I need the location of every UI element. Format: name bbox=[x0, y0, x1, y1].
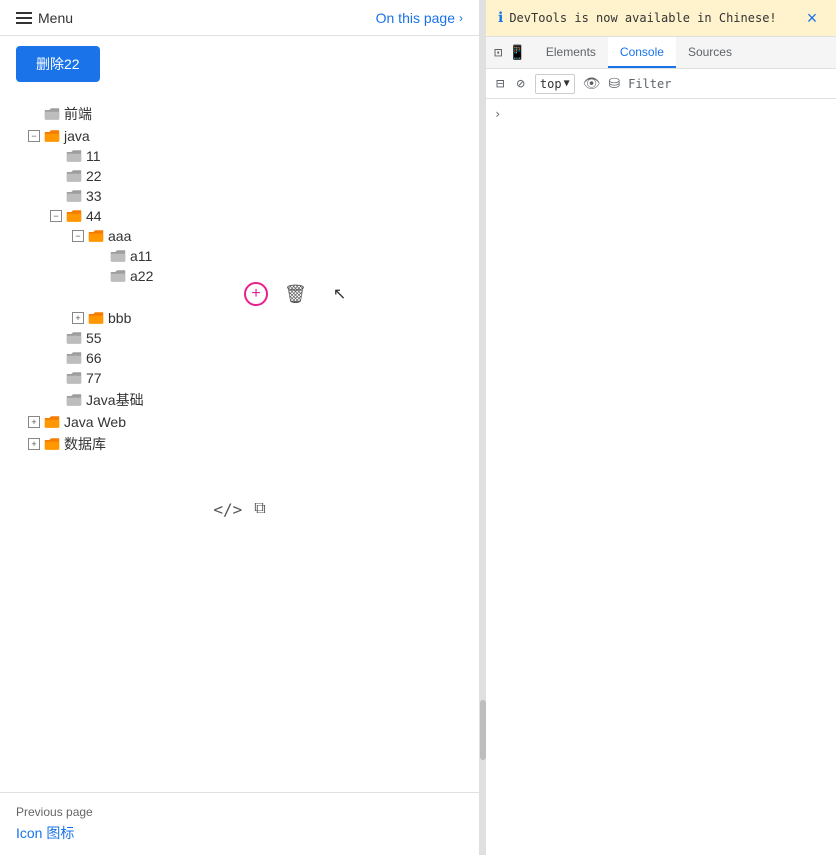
tree-node-java[interactable]: − java bbox=[24, 126, 463, 146]
top-context-dropdown[interactable]: top ▼ bbox=[535, 74, 575, 94]
tree-node-java-basics[interactable]: Java基础 bbox=[46, 388, 463, 412]
filter-label[interactable]: Filter bbox=[628, 77, 671, 91]
eye-icon[interactable]: 👁 bbox=[583, 76, 601, 92]
tree-node-bbb[interactable]: + bbb bbox=[68, 308, 463, 328]
tree-node-66[interactable]: 66 bbox=[46, 348, 463, 368]
tree-label-33: 33 bbox=[86, 188, 102, 204]
folder-gray-icon bbox=[43, 107, 61, 122]
folder-gray-11-icon bbox=[65, 149, 83, 164]
tree-node-database[interactable]: + 数据库 bbox=[24, 432, 463, 456]
previous-page-link[interactable]: Icon 图标 bbox=[16, 825, 74, 841]
folder-gray-33-icon bbox=[65, 189, 83, 204]
tree-label-bbb: bbb bbox=[108, 310, 131, 326]
tree-node-java-web[interactable]: + Java Web bbox=[24, 412, 463, 432]
tree-label-66: 66 bbox=[86, 350, 102, 366]
folder-orange-bbb-icon bbox=[87, 311, 105, 326]
folder-gray-22-icon bbox=[65, 169, 83, 184]
tree-node-qianduan[interactable]: 前端 bbox=[24, 102, 463, 126]
folder-orange-java-icon bbox=[43, 129, 61, 144]
folder-gray-55-icon bbox=[65, 331, 83, 346]
tree-label-java: java bbox=[64, 128, 90, 144]
expand-bbb-button[interactable]: + bbox=[72, 312, 84, 324]
devtools-notification-bar: ℹ DevTools is now available in Chinese! … bbox=[486, 0, 836, 37]
code-icon[interactable]: </> bbox=[213, 500, 242, 519]
chevron-right-icon: › bbox=[459, 11, 463, 25]
folder-gray-a11-icon bbox=[109, 249, 127, 264]
on-this-page-nav[interactable]: On this page › bbox=[376, 10, 463, 26]
left-panel: Menu On this page › 删除22 前端 − bbox=[0, 0, 480, 855]
folder-gray-a22-icon bbox=[109, 269, 127, 284]
previous-page-label: Previous page bbox=[16, 805, 463, 819]
console-prompt-arrow: › bbox=[494, 103, 828, 125]
devtools-toolbar: ⊟ ⊘ top ▼ 👁 ⛁ Filter bbox=[486, 69, 836, 99]
expand-database-button[interactable]: + bbox=[28, 438, 40, 450]
sidebar-toggle-icon[interactable]: ⊟ bbox=[494, 74, 506, 94]
folder-gray-77-icon bbox=[65, 371, 83, 386]
tree-label-java-basics: Java基础 bbox=[86, 390, 144, 410]
menu-button[interactable]: Menu bbox=[16, 10, 73, 26]
menu-label: Menu bbox=[38, 10, 73, 26]
add-icon[interactable]: + bbox=[244, 282, 268, 306]
previous-page-section: Previous page Icon 图标 bbox=[0, 792, 479, 855]
tab-sources[interactable]: Sources bbox=[676, 37, 744, 68]
tree-label-a11: a11 bbox=[130, 248, 152, 264]
action-icons-row: + 🗑 ↖ bbox=[244, 282, 463, 306]
tree-label-11: 11 bbox=[86, 148, 101, 164]
notification-text: DevTools is now available in Chinese! bbox=[509, 11, 794, 25]
tree-node-44[interactable]: − 44 bbox=[46, 206, 463, 226]
notification-close-button[interactable]: × bbox=[800, 6, 824, 30]
tab-elements[interactable]: Elements bbox=[534, 37, 608, 68]
device-icon[interactable]: 📱 bbox=[508, 45, 525, 61]
content-area: 删除22 前端 − java bbox=[0, 36, 479, 792]
collapse-44-button[interactable]: − bbox=[50, 210, 62, 222]
tree-label-database: 数据库 bbox=[64, 434, 106, 454]
expand-java-web-button[interactable]: + bbox=[28, 416, 40, 428]
hamburger-icon bbox=[16, 12, 32, 24]
file-tree: 前端 − java 11 bbox=[16, 98, 463, 460]
tree-node-77[interactable]: 77 bbox=[46, 368, 463, 388]
tree-label-java-web: Java Web bbox=[64, 414, 126, 430]
funnel-icon[interactable]: ⛁ bbox=[608, 76, 620, 92]
cursor-indicator: ↖ bbox=[333, 284, 346, 304]
tree-node-aaa[interactable]: − aaa bbox=[68, 226, 463, 246]
tree-node-22[interactable]: 22 bbox=[46, 166, 463, 186]
tree-label-a22: a22 bbox=[130, 268, 153, 284]
folder-orange-44-icon bbox=[65, 209, 83, 224]
clear-console-icon[interactable]: ⊘ bbox=[514, 74, 526, 94]
top-label: top bbox=[540, 77, 562, 91]
delete-button[interactable]: 删除22 bbox=[16, 46, 100, 82]
devtools-panel: ℹ DevTools is now available in Chinese! … bbox=[486, 0, 836, 855]
devtools-icons: ⊡ 📱 bbox=[486, 45, 534, 61]
collapse-java-button[interactable]: − bbox=[28, 130, 40, 142]
folder-orange-aaa-icon bbox=[87, 229, 105, 244]
delete-icon[interactable]: 🗑 bbox=[284, 284, 307, 305]
tree-label-22: 22 bbox=[86, 168, 102, 184]
info-icon: ℹ bbox=[498, 10, 503, 26]
copy-icon[interactable]: ⧉ bbox=[254, 500, 265, 519]
console-content: › bbox=[486, 99, 836, 855]
folder-gray-java-basics-icon bbox=[65, 393, 83, 408]
top-bar: Menu On this page › bbox=[0, 0, 479, 36]
inspect-icon[interactable]: ⊡ bbox=[494, 45, 502, 61]
dropdown-chevron-icon: ▼ bbox=[564, 78, 570, 89]
tree-label-44: 44 bbox=[86, 208, 102, 224]
tree-node-33[interactable]: 33 bbox=[46, 186, 463, 206]
folder-orange-database-icon bbox=[43, 437, 61, 452]
tree-label-77: 77 bbox=[86, 370, 102, 386]
folder-gray-66-icon bbox=[65, 351, 83, 366]
tree-label-aaa: aaa bbox=[108, 228, 131, 244]
folder-orange-java-web-icon bbox=[43, 415, 61, 430]
tab-console[interactable]: Console bbox=[608, 37, 676, 68]
tree-node-11[interactable]: 11 bbox=[46, 146, 463, 166]
bottom-icons: </> ⧉ bbox=[16, 500, 463, 519]
on-this-page-label: On this page bbox=[376, 10, 455, 26]
tree-node-55[interactable]: 55 bbox=[46, 328, 463, 348]
tree-node-a11[interactable]: a11 bbox=[90, 246, 463, 266]
tree-label-qianduan: 前端 bbox=[64, 104, 92, 124]
collapse-aaa-button[interactable]: − bbox=[72, 230, 84, 242]
tree-label-55: 55 bbox=[86, 330, 102, 346]
devtools-tabs: ⊡ 📱 Elements Console Sources bbox=[486, 37, 836, 69]
